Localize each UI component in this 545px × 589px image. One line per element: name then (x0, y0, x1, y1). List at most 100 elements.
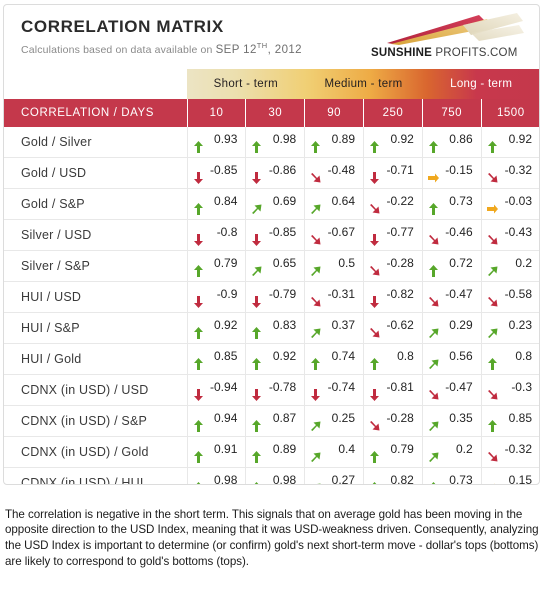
term-band-0: Short - term (213, 78, 278, 90)
arrow-down-right-icon (487, 234, 498, 246)
arrow-down-right-icon (310, 234, 321, 246)
correlation-cell: 0.98 (245, 127, 306, 158)
correlation-cell: 0.79 (363, 436, 423, 468)
correlation-value: 0.85 (508, 410, 532, 425)
correlation-value: 0.79 (214, 255, 238, 270)
table-row: CDNX (in USD) / Gold 0.91 0.89 0.4 0.79 0.2 -0… (4, 436, 539, 468)
logo-brand-bold: SUNSHINE (371, 47, 433, 59)
correlation-value: -0.48 (327, 162, 355, 177)
column-header-90-days[interactable]: 90 (304, 99, 364, 127)
correlation-value: 0.83 (272, 317, 297, 332)
correlation-cell: 0.35 (422, 405, 482, 437)
arrow-right-icon (427, 172, 439, 184)
correlation-value: 0.37 (331, 317, 355, 332)
table-header-row: CORRELATION / DAYS 10 30 90 250 750 1500 (4, 99, 539, 127)
correlation-value: 0.65 (272, 255, 297, 270)
row-label: HUI / S&P (4, 312, 188, 344)
arrow-down-right-icon (428, 234, 439, 246)
correlation-value: 0.89 (331, 131, 355, 146)
arrow-up-right-icon (428, 420, 439, 432)
arrow-up-icon (487, 419, 498, 432)
correlation-value: -0.46 (445, 224, 473, 239)
table-row: Silver / USD -0.8 -0.85 -0.67 -0.77 -0.46 -0.4… (4, 219, 539, 251)
arrow-down-icon (251, 171, 262, 184)
arrow-down-right-icon (487, 296, 498, 308)
corner-header-label: CORRELATION / DAYS (4, 99, 188, 127)
correlation-cell: 0.92 (481, 127, 539, 158)
correlation-cell: 0.92 (245, 343, 306, 375)
arrow-up-icon (369, 357, 380, 370)
correlation-cell: -0.22 (363, 188, 423, 220)
correlation-cell: 0.89 (245, 436, 306, 468)
correlation-cell: 0.74 (304, 343, 364, 375)
arrow-up-icon (369, 140, 380, 153)
correlation-value: -0.15 (445, 162, 473, 177)
arrow-down-icon (369, 233, 380, 246)
correlation-value: 0.92 (272, 348, 297, 363)
correlation-value: 0.56 (449, 348, 473, 363)
correlation-value: 0.25 (331, 410, 355, 425)
correlation-value: -0.79 (268, 286, 297, 301)
sunshine-profits-logo[interactable]: SUNSHINE PROFITS.COM (367, 11, 527, 63)
arrow-up-icon (369, 450, 380, 463)
correlation-cell: -0.85 (187, 157, 247, 189)
correlation-value: -0.8 (216, 224, 238, 239)
arrow-up-icon (193, 419, 204, 432)
table-row: CDNX (in USD) / USD -0.94 -0.78 -0.74 -0.81 -… (4, 374, 539, 406)
column-header-750-days[interactable]: 750 (422, 99, 482, 127)
arrow-down-icon (193, 295, 204, 308)
arrow-down-right-icon (310, 296, 321, 308)
correlation-cell: 0.37 (304, 312, 364, 344)
arrow-up-icon (193, 481, 204, 484)
correlation-value: -0.32 (504, 162, 532, 177)
correlation-cell: 0.72 (422, 250, 482, 282)
correlation-cell: -0.78 (245, 374, 306, 406)
arrow-down-right-icon (369, 327, 380, 339)
calculation-date-line: Calculations based on data available on … (21, 41, 302, 56)
correlation-value: 0.2 (515, 255, 532, 270)
correlation-value: 0.2 (455, 441, 473, 456)
arrow-up-icon (251, 450, 262, 463)
arrow-up-icon (428, 202, 439, 215)
correlation-value: 0.98 (272, 131, 297, 146)
correlation-value: -0.43 (504, 224, 532, 239)
correlation-cell: 0.8 (481, 343, 539, 375)
term-band-1: Medium - term (324, 78, 403, 90)
correlation-value: 0.87 (272, 410, 297, 425)
column-header-10-days[interactable]: 10 (187, 99, 247, 127)
arrow-up-icon (369, 481, 380, 484)
correlation-cell: -0.71 (363, 157, 423, 189)
arrow-up-icon (251, 419, 262, 432)
arrow-right-icon (487, 482, 498, 484)
correlation-cell: -0.58 (481, 281, 539, 313)
correlation-cell: -0.31 (304, 281, 364, 313)
subtitle-prefix: Calculations based on data available on (21, 43, 213, 56)
correlation-value: 0.93 (214, 131, 238, 146)
arrow-down-right-icon (428, 296, 439, 308)
correlation-value: -0.85 (268, 224, 297, 239)
correlation-cell: 0.87 (245, 405, 306, 437)
column-header-30-days[interactable]: 30 (245, 99, 306, 127)
correlation-value: 0.5 (338, 255, 355, 270)
arrow-down-right-icon (310, 172, 321, 184)
arrow-up-icon (487, 357, 498, 370)
correlation-value: -0.86 (268, 162, 297, 177)
table-row: HUI / Gold 0.85 0.92 0.74 0.8 0.56 0.8 (4, 343, 539, 375)
correlation-value: 0.92 (390, 131, 414, 146)
column-header-1500-days[interactable]: 1500 (481, 99, 539, 127)
correlation-value: 0.79 (390, 441, 414, 456)
correlation-value: 0.29 (449, 317, 473, 332)
column-header-250-days[interactable]: 250 (363, 99, 423, 127)
arrow-down-icon (369, 171, 380, 184)
date-ordinal-suffix: TH (256, 41, 268, 50)
correlation-value: 0.72 (449, 255, 473, 270)
correlation-cell: -0.81 (363, 374, 423, 406)
correlation-cell: -0.28 (363, 250, 423, 282)
correlation-matrix-card: CORRELATION MATRIX Calculations based on… (3, 4, 540, 485)
arrow-up-right-icon (310, 327, 321, 339)
correlation-value: -0.03 (504, 193, 532, 208)
logo-brand-regular: PROFITS.COM (432, 47, 518, 59)
arrow-up-icon (310, 140, 321, 153)
term-gradient-band: Short - term Medium - term Long - term (187, 69, 539, 99)
arrow-up-right-icon (487, 327, 498, 339)
